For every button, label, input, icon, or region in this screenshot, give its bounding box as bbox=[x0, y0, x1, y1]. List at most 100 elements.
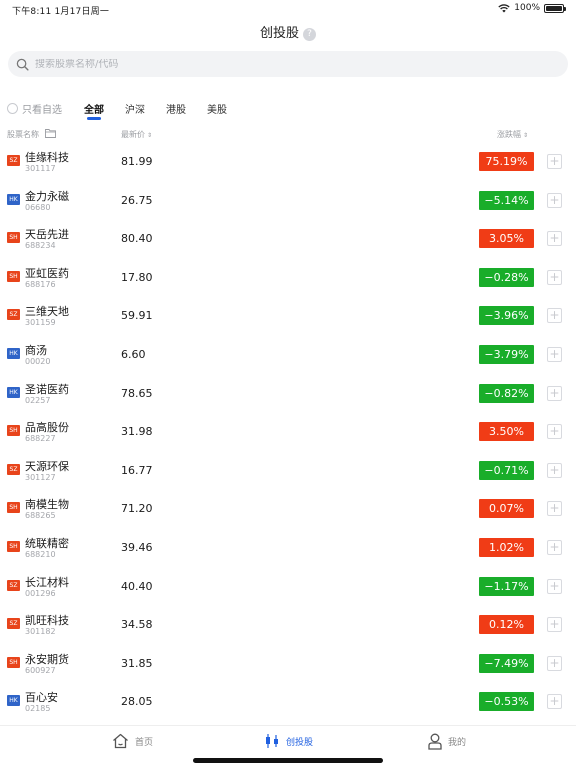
add-watchlist-button[interactable]: + bbox=[547, 462, 562, 478]
add-watchlist-button[interactable]: + bbox=[547, 154, 562, 169]
market-badge: SH bbox=[7, 270, 20, 282]
stock-code: 688234 bbox=[25, 241, 56, 251]
stock-row[interactable]: SZ 凯旺科技 301182 34.58 0.12% + bbox=[0, 606, 576, 645]
stock-row[interactable]: HK 金力永磁 06680 26.75 −5.14% + bbox=[0, 182, 576, 221]
add-watchlist-button[interactable]: + bbox=[547, 617, 562, 633]
stock-name: 圣诺医药 bbox=[25, 382, 69, 396]
stock-price: 17.80 bbox=[121, 270, 153, 284]
market-badge: SZ bbox=[7, 309, 20, 321]
add-watchlist-button[interactable]: + bbox=[547, 578, 562, 594]
change-badge: −1.17% bbox=[479, 576, 534, 596]
add-watchlist-button[interactable]: + bbox=[547, 385, 562, 401]
stock-row[interactable]: SH 南模生物 688265 71.20 0.07% + bbox=[0, 490, 576, 529]
stock-row[interactable]: HK 商汤 00020 6.60 −3.79% + bbox=[0, 336, 576, 375]
search-input[interactable] bbox=[35, 58, 535, 70]
add-watchlist-button[interactable]: + bbox=[547, 269, 562, 285]
stock-code: 00020 bbox=[25, 356, 51, 366]
stock-name: 永安期货 bbox=[25, 652, 69, 666]
search-icon bbox=[16, 58, 29, 71]
bottom-tab-chuangtou-label: 创投股 bbox=[286, 737, 314, 748]
add-watchlist-button[interactable]: + bbox=[547, 192, 562, 208]
add-watchlist-button[interactable]: + bbox=[547, 539, 562, 555]
change-badge: 75.19% bbox=[479, 152, 534, 171]
search-bar[interactable] bbox=[8, 51, 568, 77]
add-watchlist-button[interactable]: + bbox=[547, 308, 562, 324]
change-badge: −0.53% bbox=[479, 692, 534, 712]
stock-row[interactable]: SZ 三维天地 301159 59.91 −3.96% + bbox=[0, 297, 576, 336]
stock-code: 600927 bbox=[25, 665, 56, 675]
add-watchlist-button[interactable]: + bbox=[547, 346, 562, 362]
add-watchlist-button[interactable]: + bbox=[547, 655, 562, 671]
page-header: 创投股? bbox=[0, 22, 576, 44]
only-watchlist-label: 只看自选 bbox=[22, 105, 62, 116]
add-watchlist-button[interactable]: + bbox=[547, 694, 562, 710]
stock-code: 02257 bbox=[25, 395, 51, 405]
column-header: 股票名称 最新价 ⇕ 涨跌幅 ⇕ bbox=[0, 128, 576, 142]
stock-row[interactable]: HK 圣诺医药 02257 78.65 −0.82% + bbox=[0, 375, 576, 414]
stock-name: 凯旺科技 bbox=[25, 614, 69, 628]
tab-us[interactable]: 美股 bbox=[207, 101, 227, 116]
stock-price: 39.46 bbox=[121, 540, 153, 554]
bottom-tab-profile[interactable]: 我的 bbox=[428, 733, 466, 750]
bottom-tab-home-label: 首页 bbox=[135, 737, 154, 748]
market-badge: HK bbox=[7, 193, 20, 205]
market-badge: SZ bbox=[7, 463, 20, 475]
stock-row[interactable]: SH 统联精密 688210 39.46 1.02% + bbox=[0, 529, 576, 568]
stock-row[interactable]: SH 天岳先进 688234 80.40 3.05% + bbox=[0, 220, 576, 259]
change-badge: −3.96% bbox=[479, 306, 534, 326]
stock-code: 688227 bbox=[25, 434, 56, 444]
stock-price: 28.05 bbox=[121, 695, 153, 709]
stock-list: SZ 佳缘科技 301117 81.99 75.19% + HK 金力永磁 06680 26.75… bbox=[0, 143, 576, 722]
bottom-tab-home[interactable]: 首页 bbox=[112, 733, 153, 749]
change-badge: 1.02% bbox=[479, 537, 534, 557]
stock-code: 02185 bbox=[25, 704, 51, 714]
page-title: 创投股 bbox=[259, 26, 299, 41]
stock-price: 26.75 bbox=[121, 193, 153, 207]
stock-code: 688210 bbox=[25, 549, 56, 559]
column-header-change[interactable]: 涨跌幅 ⇕ bbox=[497, 129, 528, 140]
add-watchlist-button[interactable]: + bbox=[547, 424, 562, 440]
market-badge: HK bbox=[7, 386, 20, 398]
change-badge: 0.12% bbox=[479, 615, 534, 635]
column-header-price[interactable]: 最新价 ⇕ bbox=[121, 129, 152, 140]
change-badge: −0.82% bbox=[479, 383, 534, 403]
sort-icon: ⇕ bbox=[523, 132, 529, 139]
add-watchlist-button[interactable]: + bbox=[547, 501, 562, 517]
stock-row[interactable]: SZ 天源环保 301127 16.77 −0.71% + bbox=[0, 452, 576, 491]
status-right: 100% bbox=[498, 3, 566, 13]
stock-row[interactable]: HK 百心安 02185 28.05 −0.53% + bbox=[0, 683, 576, 722]
candlestick-icon bbox=[266, 734, 278, 748]
add-watchlist-button[interactable]: + bbox=[547, 231, 562, 247]
market-badge: SH bbox=[7, 425, 20, 437]
stock-price: 59.91 bbox=[121, 309, 153, 323]
stock-price: 71.20 bbox=[121, 502, 153, 516]
bottom-tab-chuangtou[interactable]: 创投股 bbox=[264, 733, 313, 749]
stock-row[interactable]: SZ 佳缘科技 301117 81.99 75.19% + bbox=[0, 143, 576, 182]
stock-name: 商汤 bbox=[25, 343, 47, 357]
stock-row[interactable]: SH 亚虹医药 688176 17.80 −0.28% + bbox=[0, 259, 576, 298]
stock-name: 金力永磁 bbox=[25, 189, 69, 203]
stock-code: 301159 bbox=[25, 318, 56, 328]
market-badge: SZ bbox=[7, 579, 20, 591]
stock-row[interactable]: SZ 长江材料 001296 40.40 −1.17% + bbox=[0, 568, 576, 607]
home-icon bbox=[113, 733, 128, 749]
stock-price: 78.65 bbox=[121, 386, 153, 400]
tab-shanghai-shenzhen[interactable]: 沪深 bbox=[125, 101, 145, 116]
stock-row[interactable]: SH 品高股份 688227 31.98 3.50% + bbox=[0, 413, 576, 452]
tab-hong-kong[interactable]: 港股 bbox=[166, 101, 186, 116]
filter-bar: 只看自选 全部 沪深 港股 美股 bbox=[0, 99, 576, 121]
stock-name: 长江材料 bbox=[25, 575, 69, 589]
only-watchlist-toggle[interactable]: 只看自选 bbox=[7, 101, 62, 116]
radio-icon[interactable] bbox=[7, 103, 18, 114]
stock-price: 81.99 bbox=[121, 155, 153, 168]
folder-icon[interactable] bbox=[45, 128, 56, 138]
stock-price: 80.40 bbox=[121, 232, 153, 246]
change-badge: −0.28% bbox=[479, 267, 534, 287]
active-tab-indicator bbox=[87, 117, 101, 120]
stock-name: 三维天地 bbox=[25, 305, 69, 319]
tab-all[interactable]: 全部 bbox=[84, 101, 104, 116]
stock-row[interactable]: SH 永安期货 600927 31.85 −7.49% + bbox=[0, 645, 576, 684]
help-icon[interactable]: ? bbox=[303, 28, 316, 41]
sort-icon: ⇕ bbox=[147, 132, 153, 139]
market-badge: SH bbox=[7, 232, 20, 244]
